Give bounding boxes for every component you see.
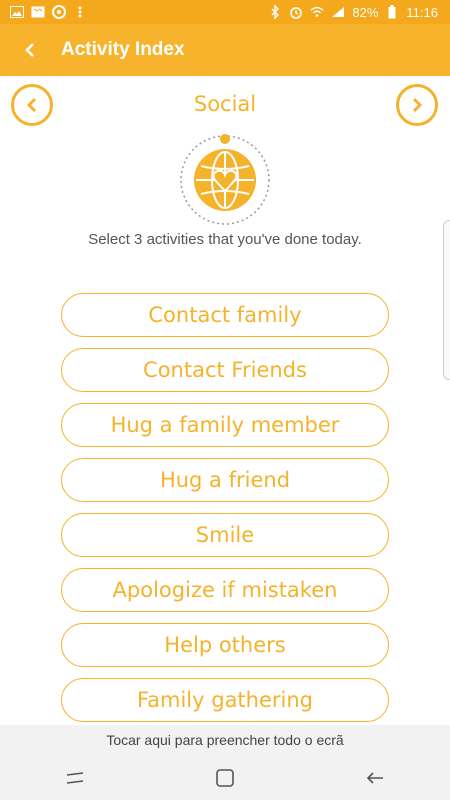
next-category-button[interactable]	[396, 84, 438, 126]
more-dots-icon	[73, 5, 87, 19]
clock: 11:16	[406, 4, 438, 20]
wifi-icon	[310, 5, 324, 19]
activity-option-smile[interactable]: Smile	[61, 513, 389, 557]
globe-heart-icon	[180, 134, 270, 225]
battery-icon	[385, 5, 399, 19]
recents-button[interactable]	[45, 758, 105, 798]
category-nav: Social	[0, 84, 450, 126]
activity-option-contact-friends[interactable]: Contact Friends	[61, 348, 389, 392]
status-left-icons	[10, 5, 87, 19]
bluetooth-icon	[268, 5, 282, 19]
activity-option-hug-friend[interactable]: Hug a friend	[61, 458, 389, 502]
page-title: Activity Index	[61, 39, 185, 60]
activity-option-family-gathering[interactable]: Family gathering	[61, 678, 389, 722]
app-bar: Activity Index	[0, 24, 450, 76]
fullscreen-hint[interactable]: Tocar aqui para preencher todo o ecrã	[0, 725, 450, 755]
image-icon	[10, 5, 24, 19]
activity-option-contact-family[interactable]: Contact family	[61, 293, 389, 337]
map-icon	[31, 5, 45, 19]
recents-icon	[66, 771, 84, 784]
activity-option-help-others[interactable]: Help others	[61, 623, 389, 667]
status-bar: 82% 11:16	[0, 0, 450, 24]
edge-panel-handle[interactable]	[443, 220, 450, 380]
home-icon	[216, 768, 234, 787]
home-button[interactable]	[195, 758, 255, 798]
status-right-icons: 82% 11:16	[268, 5, 438, 20]
alarm-icon	[289, 5, 303, 19]
battery-percent: 82%	[352, 4, 379, 20]
system-nav-bar	[0, 755, 450, 800]
instructions-text: Select 3 activities that you've done tod…	[88, 231, 362, 248]
activity-option-apologize[interactable]: Apologize if mistaken	[61, 568, 389, 612]
chrome-icon	[52, 5, 66, 19]
chevron-right-icon	[412, 97, 423, 113]
category-title: Social	[193, 92, 257, 116]
signal-icon	[331, 5, 345, 19]
activity-option-hug-family-member[interactable]: Hug a family member	[61, 403, 389, 447]
back-button[interactable]	[0, 24, 60, 76]
back-icon	[366, 771, 383, 784]
system-back-button[interactable]	[345, 758, 405, 798]
category-badge	[179, 134, 271, 226]
chevron-left-icon	[25, 43, 34, 57]
